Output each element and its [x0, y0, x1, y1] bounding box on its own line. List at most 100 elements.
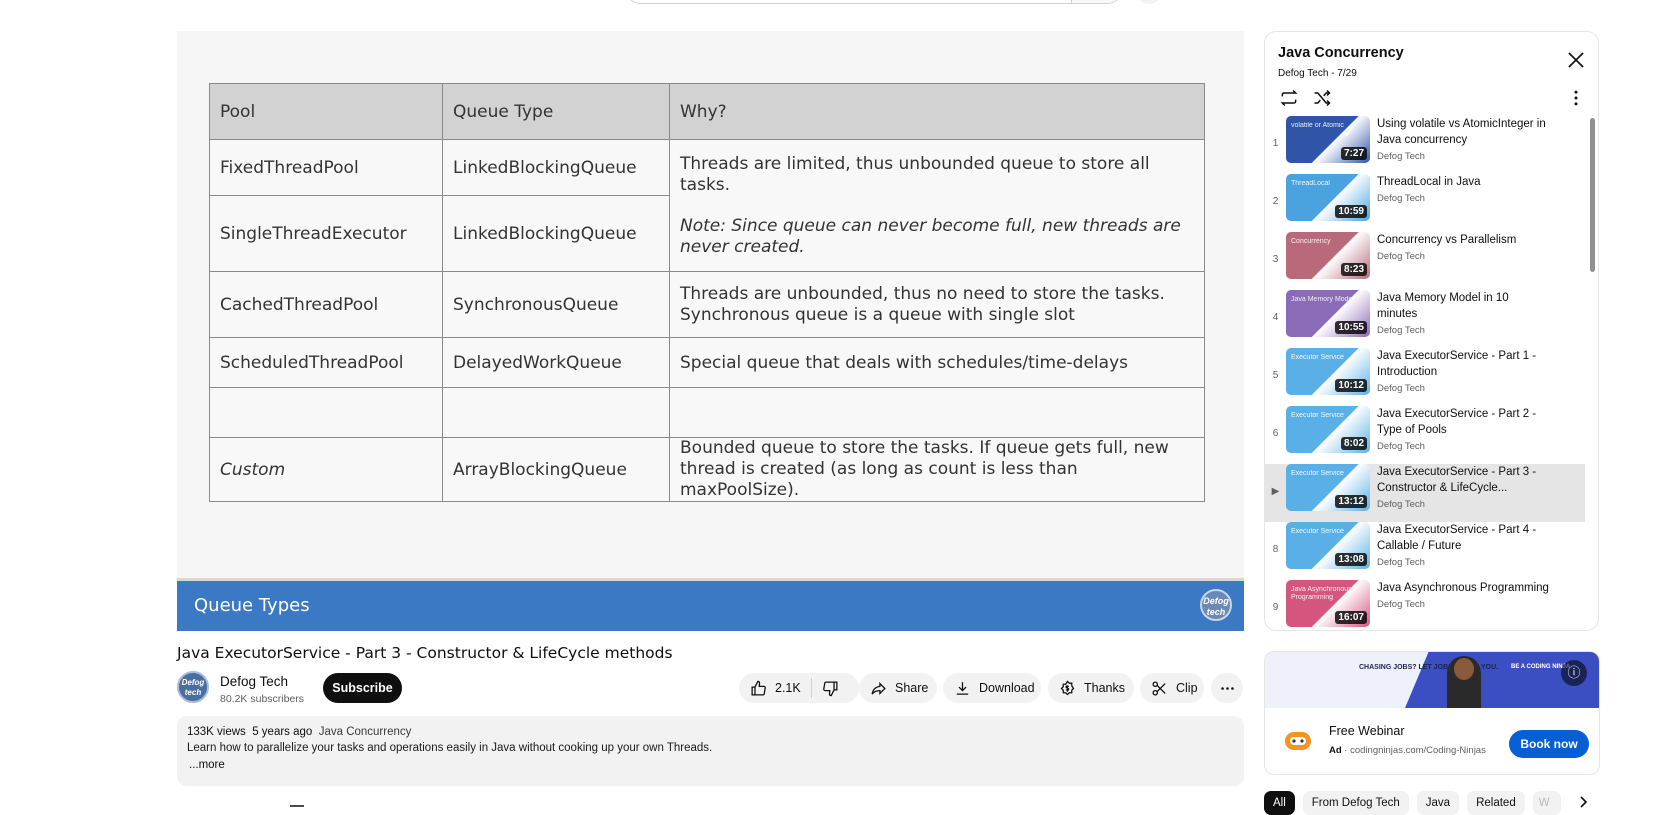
voice-search-button[interactable]	[1136, 0, 1162, 4]
slide-cell	[669, 387, 1205, 438]
info-icon[interactable]: ⓘ	[1561, 660, 1587, 686]
subscriber-count: 80.2K subscribers	[220, 693, 305, 705]
shuffle-icon[interactable]	[1312, 88, 1332, 108]
channel-name[interactable]: Defog Tech	[220, 674, 288, 689]
playlist-item-channel: Defog Tech	[1377, 441, 1425, 452]
ad-sponsor-line: Ad · codingninjas.com/Coding-Ninjas	[1329, 745, 1486, 756]
playlist-item-title[interactable]: Java ExecutorService - Part 3 - Construc…	[1377, 464, 1549, 496]
ad-card[interactable]: CHASING JOBS? LET JOBS CHASE YOU. BE A C…	[1264, 651, 1600, 775]
share-button[interactable]: Share	[859, 673, 937, 703]
slide-header-queue: Queue Type	[442, 83, 670, 140]
thanks-button[interactable]: Thanks	[1048, 673, 1134, 703]
playlist-item[interactable]: 9 Java Asynchronous Programming 16:07 Java …	[1265, 580, 1585, 630]
show-more-link[interactable]: ...more	[189, 759, 1234, 771]
playlist-item[interactable]: 6 Executor Service 8:02 Java ExecutorServic…	[1265, 406, 1585, 464]
video-duration: 8:23	[1340, 263, 1367, 276]
close-icon[interactable]	[1566, 50, 1586, 70]
download-label: Download	[979, 681, 1035, 695]
slide-cell: SingleThreadExecutor	[209, 195, 443, 272]
video-thumbnail[interactable]: Java Asynchronous Programming 16:07	[1286, 580, 1370, 627]
playlist-scrollbar[interactable]	[1590, 118, 1595, 272]
chevron-right-icon[interactable]	[1576, 795, 1590, 809]
playlist-item[interactable]: 1 volatile or Atomic 7:27 ✓ Using volatile v…	[1265, 116, 1585, 174]
playlist-item-title[interactable]: Java ExecutorService - Part 4 - Callable…	[1377, 522, 1549, 554]
slide-footer-title: Queue Types	[194, 595, 310, 616]
playlist-item-title[interactable]: Using volatile vs AtomicInteger in Java …	[1377, 116, 1549, 148]
video-thumbnail[interactable]: ThreadLocal 10:59	[1286, 174, 1370, 221]
book-now-button[interactable]: Book now	[1509, 730, 1589, 758]
ad-logo-icon	[1283, 726, 1313, 756]
like-button[interactable]: 2.1K	[739, 673, 801, 703]
playlist-item-text: Java ExecutorService - Part 4 - Callable…	[1377, 522, 1549, 580]
video-thumbnail[interactable]: Concurrency 8:23	[1286, 232, 1370, 279]
clip-label: Clip	[1176, 681, 1198, 695]
video-duration: 10:55	[1335, 321, 1367, 334]
playlist-item[interactable]: 5 Executor Service 10:12 Java ExecutorServi…	[1265, 348, 1585, 406]
video-thumbnail[interactable]: Executor Service 13:08	[1286, 522, 1370, 569]
playlist-item-title[interactable]: Concurrency vs Parallelism	[1377, 232, 1549, 248]
playlist-item-title[interactable]: ThreadLocal in Java	[1377, 174, 1549, 190]
video-thumbnail[interactable]: Executor Service 8:02	[1286, 406, 1370, 453]
ad-banner-image[interactable]: CHASING JOBS? LET JOBS CHASE YOU. BE A C…	[1265, 652, 1599, 708]
playlist-item-title[interactable]: Java ExecutorService - Part 2 - Type of …	[1377, 406, 1549, 438]
video-thumbnail[interactable]: Java Memory Model 10:55	[1286, 290, 1370, 337]
slide-footer: Queue Types Defog tech	[177, 578, 1244, 631]
more-vertical-icon[interactable]	[1566, 88, 1586, 108]
slide-cell: ScheduledThreadPool	[209, 337, 443, 388]
chip-related[interactable]: Related	[1467, 791, 1525, 815]
slide-cell: ArrayBlockingQueue	[442, 437, 670, 502]
playlist-item-title[interactable]: Java ExecutorService - Part 1 - Introduc…	[1377, 348, 1549, 380]
playlist-item-index: 4	[1272, 312, 1279, 323]
slide-table: Pool Queue Type Why? FixedThreadPool Lin…	[209, 83, 1205, 502]
playlist-title[interactable]: Java Concurrency	[1278, 45, 1404, 61]
playlist-panel: Java Concurrency Defog Tech - 7/29 1 vola…	[1264, 31, 1599, 631]
playlist-item-channel: Defog Tech	[1377, 193, 1425, 204]
playlist-item-text: ThreadLocal in Java Defog Tech	[1377, 174, 1549, 232]
playlist-item[interactable]: 2 ThreadLocal 10:59 ThreadLocal in Java Defo…	[1265, 174, 1585, 232]
more-actions-button[interactable]	[1211, 673, 1243, 703]
subscribe-button[interactable]: Subscribe	[323, 673, 402, 703]
scissors-icon	[1150, 679, 1168, 697]
description-text: Learn how to parallelize your tasks and …	[187, 742, 713, 754]
playlist-item[interactable]: 4 Java Memory Model 10:55 Java Memory Model…	[1265, 290, 1585, 348]
ad-title: Free Webinar	[1329, 724, 1405, 738]
playlist-item-title[interactable]: Java Memory Model in 10 minutes	[1377, 290, 1549, 322]
channel-avatar[interactable]: Defog tech	[177, 671, 209, 703]
playlist-item-index: 9	[1272, 602, 1279, 613]
playlist-item[interactable]: ▶ Executor Service 13:12 Java ExecutorServi…	[1265, 464, 1585, 522]
search-button[interactable]	[1071, 0, 1123, 3]
playlist-item[interactable]: 8 Executor Service 13:08 Java ExecutorServi…	[1265, 522, 1585, 580]
thumbnail-caption: Java Asynchronous Programming	[1291, 586, 1352, 601]
slide-cell: FixedThreadPool	[209, 139, 443, 196]
description-box[interactable]: 133K views 5 years ago Java Concurrency …	[177, 716, 1244, 786]
video-thumbnail[interactable]: volatile or Atomic 7:27 ✓	[1286, 116, 1370, 163]
clip-button[interactable]: Clip	[1140, 673, 1204, 703]
slide-cell: Custom	[209, 437, 443, 502]
playlist-item[interactable]: 3 Concurrency 8:23 Concurrency vs Paralleli…	[1265, 232, 1585, 290]
loop-icon[interactable]	[1279, 88, 1299, 108]
video-duration: 7:27	[1340, 147, 1367, 160]
search-box[interactable]	[624, 0, 1124, 4]
description-playlist-link[interactable]: Java Concurrency	[319, 726, 412, 738]
chip-java[interactable]: Java	[1416, 791, 1460, 815]
playlist-item-text: Java Memory Model in 10 minutes Defog Tec…	[1377, 290, 1549, 348]
video-thumbnail[interactable]: Executor Service 10:12	[1286, 348, 1370, 395]
slide-cell: Threads are unbounded, thus no need to s…	[669, 271, 1205, 338]
comments-sort-remnant	[290, 802, 350, 812]
slide-cell: LinkedBlockingQueue	[442, 139, 670, 196]
playlist-item-text: Java Asynchronous Programming Defog Tech	[1377, 580, 1549, 630]
slide-cell: Special queue that deals with schedules/…	[669, 337, 1205, 388]
chip-partial[interactable]: W	[1532, 791, 1561, 815]
slide-cell: DelayedWorkQueue	[442, 337, 670, 388]
chip-all[interactable]: All	[1264, 791, 1295, 815]
download-button[interactable]: Download	[943, 673, 1041, 703]
video-player[interactable]: Pool Queue Type Why? FixedThreadPool Lin…	[177, 31, 1244, 631]
thumbnail-caption: ThreadLocal	[1291, 180, 1330, 187]
dislike-button[interactable]	[812, 673, 840, 703]
chip-from-channel[interactable]: From Defog Tech	[1302, 791, 1409, 815]
playlist-item-text: Java ExecutorService - Part 2 - Type of …	[1377, 406, 1549, 464]
playlist-item-index: 3	[1272, 254, 1279, 265]
video-thumbnail[interactable]: Executor Service 13:12	[1286, 464, 1370, 511]
playlist-item-title[interactable]: Java Asynchronous Programming	[1377, 580, 1549, 596]
thumbs-down-icon	[822, 679, 840, 697]
